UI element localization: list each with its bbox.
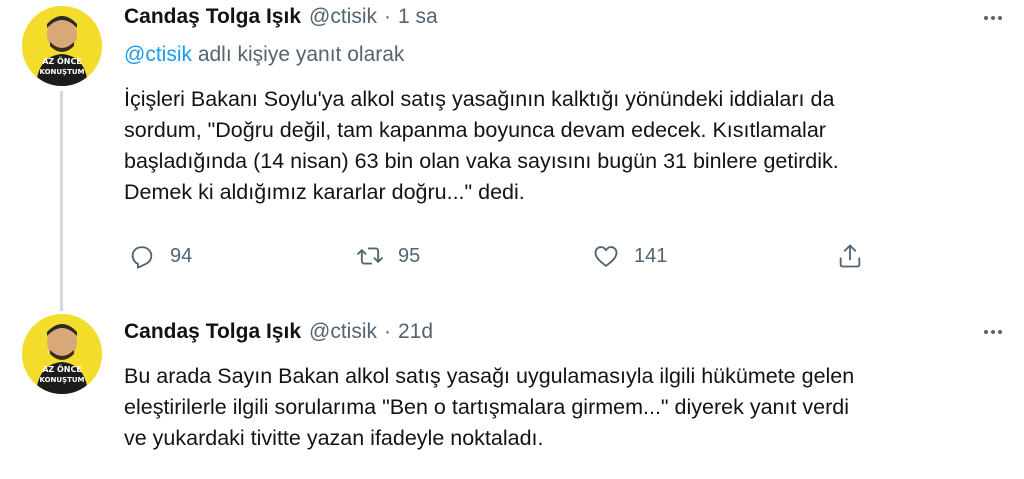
tweet-text-line: ve yukardaki tivitte yazan ifadeyle nokt… [124, 426, 544, 450]
retweet-button[interactable]: 95 [356, 236, 420, 276]
author-name[interactable]: Candaş Tolga Işık [124, 320, 301, 344]
tweet-text-line: Demek ki aldığımız kararlar doğru..." de… [124, 180, 525, 204]
reply-context: @ctisik adlı kişiye yanıt olarak [124, 43, 404, 67]
author-handle[interactable]: @ctisik [309, 320, 377, 344]
tweet-text-line: eleştirilerle ilgili sorularıma "Ben o t… [124, 395, 850, 419]
author-name[interactable]: Candaş Tolga Işık [124, 5, 301, 29]
tweet-text-line: sordum, "Doğru değil, tam kapanma boyunc… [124, 118, 826, 142]
separator-dot: · [383, 320, 391, 343]
reply-mention-link[interactable]: @ctisik [124, 43, 192, 66]
avatar-image: AZ ÖNCE KONUŞTUM [22, 314, 102, 394]
tweet[interactable]: AZ ÖNCE KONUŞTUM Candaş Tolga Işık @ctis… [0, 0, 1024, 311]
share-icon [839, 244, 861, 268]
tweet-actions: 94 95 141 [124, 236, 884, 276]
tweet-text-line: başladığında (14 nisan) 63 bin olan vaka… [124, 149, 839, 173]
tweet-time[interactable]: 21d [398, 320, 433, 344]
tweet-text-line: Bu arada Sayın Bakan alkol satış yasağı … [124, 364, 855, 388]
separator-dot: · [383, 5, 391, 28]
avatar[interactable]: AZ ÖNCE KONUŞTUM [22, 314, 102, 394]
avatar[interactable]: AZ ÖNCE KONUŞTUM [22, 6, 102, 86]
reply-context-text: adlı kişiye yanıt olarak [197, 43, 405, 66]
retweet-icon [357, 247, 383, 265]
reply-count: 94 [170, 244, 193, 267]
tweet-text: İçişleri Bakanı Soylu'ya alkol satış yas… [124, 84, 1004, 208]
reply-icon [131, 246, 153, 269]
thread-line [60, 91, 63, 311]
tweet-text: Bu arada Sayın Bakan alkol satış yasağı … [124, 361, 1004, 454]
avatar-image: AZ ÖNCE KONUŞTUM [22, 6, 102, 86]
author-handle[interactable]: @ctisik [309, 5, 377, 29]
retweet-count: 95 [398, 244, 421, 267]
svg-text:KONUŞTUM: KONUŞTUM [39, 68, 84, 76]
tweet[interactable]: AZ ÖNCE KONUŞTUM Candaş Tolga Işık @ctis… [0, 300, 1024, 479]
avatar-logo-text: AZ ÖNCE [42, 56, 82, 66]
tweet-header: Candaş Tolga Işık @ctisik · 1 sa [124, 2, 438, 32]
more-icon[interactable] [978, 322, 1008, 342]
svg-text:KONUŞTUM: KONUŞTUM [39, 376, 84, 384]
tweet-time[interactable]: 1 sa [398, 5, 438, 29]
tweet-header: Candaş Tolga Işık @ctisik · 21d [124, 317, 433, 347]
avatar-logo-text: AZ ÖNCE [42, 364, 82, 374]
like-button[interactable]: 141 [592, 236, 667, 276]
heart-icon [594, 246, 618, 267]
share-button[interactable] [836, 236, 864, 276]
tweet-text-line: İçişleri Bakanı Soylu'ya alkol satış yas… [124, 87, 835, 111]
more-icon[interactable] [978, 8, 1008, 28]
reply-button[interactable]: 94 [128, 236, 192, 276]
like-count: 141 [634, 244, 668, 267]
